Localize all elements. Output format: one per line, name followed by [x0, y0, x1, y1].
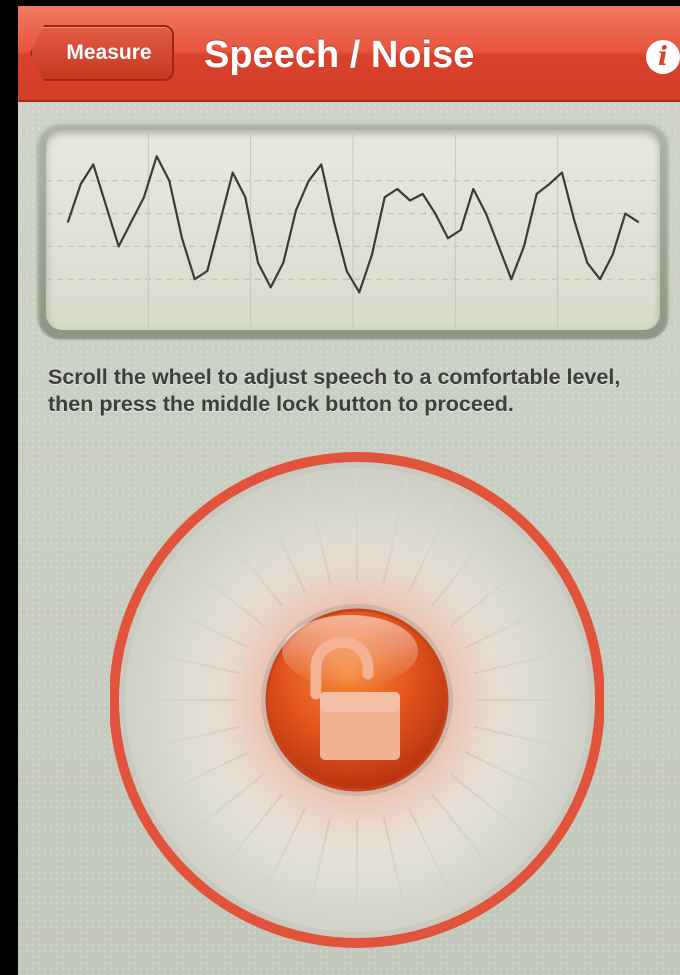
waveform-display — [46, 130, 660, 330]
navigation-bar: Measure Speech / Noise i — [18, 6, 680, 102]
app-screen: Measure Speech / Noise i Scroll the whee… — [18, 6, 680, 975]
page-title: Speech / Noise — [204, 34, 475, 76]
screen-left-edge — [0, 0, 18, 975]
waveform-grid — [46, 130, 660, 330]
volume-wheel[interactable] — [109, 446, 605, 954]
instruction-text: Scroll the wheel to adjust speech to a c… — [48, 365, 621, 416]
info-icon[interactable]: i — [646, 40, 680, 74]
back-button-measure[interactable]: Measure — [30, 25, 174, 81]
waveform-graph — [46, 130, 660, 330]
waveform-panel — [38, 122, 668, 338]
lock-button[interactable] — [261, 604, 453, 796]
